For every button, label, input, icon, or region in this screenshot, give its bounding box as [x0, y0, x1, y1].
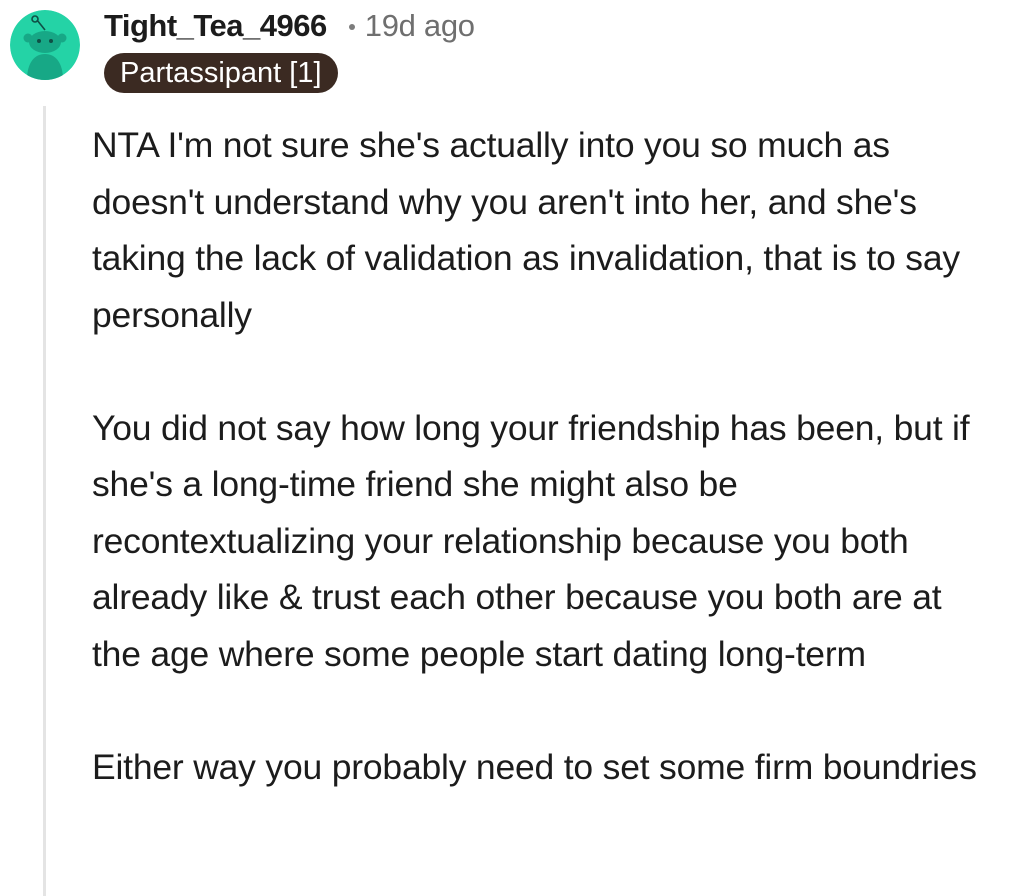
comment-body: NTA I'm not sure she's actually into you… — [92, 117, 997, 852]
comment-timestamp: 19d ago — [364, 8, 475, 43]
username-link[interactable]: Tight_Tea_4966 — [104, 8, 327, 44]
comment-paragraph: You did not say how long your friendship… — [92, 407, 970, 674]
comment-header: Tight_Tea_4966 19d ago — [104, 6, 1000, 46]
comment: Tight_Tea_4966 19d ago Partassipant [1] … — [0, 0, 1010, 896]
comment-paragraph: Either way you probably need to set some… — [92, 746, 977, 787]
user-avatar[interactable] — [10, 10, 80, 80]
comment-paragraph: NTA I'm not sure she's actually into you… — [92, 125, 960, 335]
reddit-snoo-icon — [10, 10, 80, 80]
user-flair-badge: Partassipant [1] — [104, 53, 338, 93]
separator-dot — [348, 24, 355, 30]
thread-collapse-line[interactable] — [43, 106, 46, 896]
